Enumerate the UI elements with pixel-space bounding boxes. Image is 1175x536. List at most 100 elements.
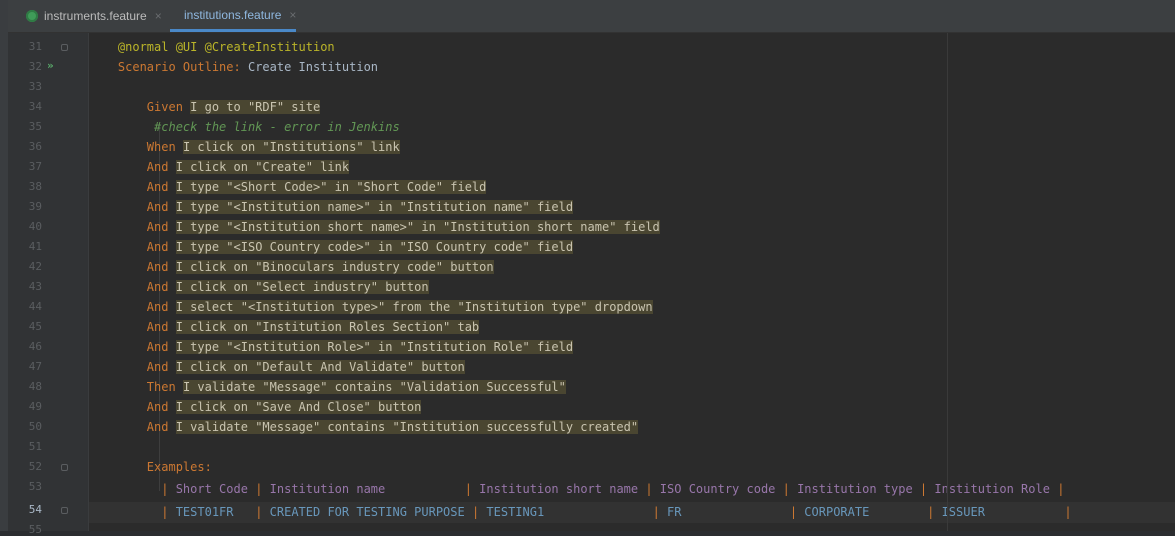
fold-icon[interactable] [61,464,68,471]
step-line: And I type "<Institution name>" in "Inst… [89,197,1175,217]
table-pipe: | [1064,505,1072,519]
line-gutter: 31 32 33 34 35 36 37 38 39 40 41 42 43 4… [8,33,88,536]
step-line: And I click on "Institution Roles Sectio… [89,317,1175,337]
editor-tab-bar: instruments.feature × institutions.featu… [8,0,1175,33]
step-line: And I click on "Default And Validate" bu… [89,357,1175,377]
table-cell: TESTING1 [479,505,653,519]
line-number: 36 [28,140,42,153]
run-scenario-icon[interactable]: » [47,59,54,72]
step-line: And I select "<Institution type>" from t… [89,297,1175,317]
tab-institutions-feature[interactable]: institutions.feature × [170,0,296,32]
examples-header-row: | Short Code | Institution name | Instit… [89,479,1175,499]
step-line: When I click on "Institutions" link [89,137,1175,157]
comment-line: #check the link - error in Jenkins [89,117,1175,137]
line-number: 35 [28,120,42,133]
line-number: 34 [28,100,42,113]
step-text: I type "<Short Code>" in "Short Code" fi… [175,180,487,194]
line-number: 51 [28,440,42,453]
step-keyword: And [146,300,169,314]
line-number: 43 [28,280,42,293]
step-text: I click on "Institutions" link [182,140,400,154]
step-line: Then I validate "Message" contains "Vali… [89,377,1175,397]
line-number: 41 [28,240,42,253]
scenario-title: Create Institution [247,60,379,74]
line-number: 50 [28,420,42,433]
step-line: And I type "<Institution short name>" in… [89,217,1175,237]
tab-label: institutions.feature [184,7,282,22]
table-header-cell: Institution type [789,482,920,496]
tag-list: @normal @UI @CreateInstitution [117,40,335,54]
table-pipe: | [464,482,472,496]
step-text: I validate "Message" contains "Instituti… [175,420,639,434]
close-icon[interactable]: × [289,8,296,22]
step-keyword: When [146,140,176,154]
line-number: 46 [28,340,42,353]
table-header-cell: Short Code [168,482,256,496]
tab-label: instruments.feature [44,9,147,23]
table-cell: FR [659,505,790,519]
step-keyword: And [146,320,169,334]
examples-data-row: | TEST01FR | CREATED FOR TESTING PURPOSE… [89,502,1175,522]
step-line: And I click on "Save And Close" button [89,397,1175,417]
step-line: And I type "<Short Code>" in "Short Code… [89,177,1175,197]
step-keyword: And [146,180,169,194]
line-number: 45 [28,320,42,333]
examples-line: Examples: [89,457,1175,477]
line-number: 53 [28,480,42,493]
line-number: 32 [28,60,42,73]
table-header-cell: Institution short name [471,482,646,496]
table-pipe: | [645,482,653,496]
line-number: 37 [28,160,42,173]
line-number: 47 [28,360,42,373]
step-line: And I type "<ISO Country code>" in "ISO … [89,237,1175,257]
step-line: And I type "<Institution Role>" in "Inst… [89,337,1175,357]
step-text: I go to "RDF" site [190,100,321,114]
step-text: I select "<Institution type>" from the "… [175,300,653,314]
examples-keyword: Examples: [146,460,212,474]
step-keyword: Then [146,380,176,394]
step-keyword: And [146,360,169,374]
step-line: Given I go to "RDF" site [89,97,1175,117]
line-number: 31 [28,40,42,53]
step-keyword: And [146,280,169,294]
step-text: I click on "Create" link [175,160,350,174]
step-text: I click on "Save And Close" button [175,400,422,414]
comment-text: #check the link - error in Jenkins [154,120,400,134]
table-header-cell: ISO Country code [652,482,783,496]
step-keyword: And [146,240,169,254]
line-number: 42 [28,260,42,273]
right-margin-guide [947,33,948,531]
line-number: 49 [28,400,42,413]
line-number: 55 [28,523,42,536]
step-text: I click on "Select industry" button [175,280,429,294]
line-number: 38 [28,180,42,193]
line-number: 40 [28,220,42,233]
fold-icon[interactable] [61,507,68,514]
table-cell: TEST01FR [168,505,256,519]
step-text: I type "<ISO Country code>" in "ISO Coun… [175,240,574,254]
step-keyword: And [146,260,169,274]
line-number: 48 [28,380,42,393]
close-icon[interactable]: × [155,9,162,23]
table-cell: CORPORATE [797,505,928,519]
step-text: I type "<Institution short name>" in "In… [175,220,660,234]
step-text: I click on "Binoculars industry code" bu… [175,260,494,274]
step-keyword: And [146,420,169,434]
step-text: I click on "Default And Validate" button [175,360,465,374]
step-text: I type "<Institution name>" in "Institut… [175,200,574,214]
table-cell: ISSUER [934,505,1065,519]
step-line: And I click on "Select industry" button [89,277,1175,297]
step-keyword: And [146,340,169,354]
code-editor[interactable]: @normal @UI @CreateInstitution Scenario … [89,33,1175,531]
table-cell: CREATED FOR TESTING PURPOSE [262,505,472,519]
line-number: 44 [28,300,42,313]
step-text: I validate "Message" contains "Validatio… [182,380,566,394]
table-pipe: | [782,482,790,496]
step-text: I type "<Institution Role>" in "Institut… [175,340,574,354]
table-pipe: | [1057,482,1065,496]
step-keyword: And [146,400,169,414]
line-number-current: 54 [28,503,42,516]
fold-icon[interactable] [61,44,68,51]
step-line: And I validate "Message" contains "Insti… [89,417,1175,437]
tab-instruments-feature[interactable]: instruments.feature × [18,0,170,32]
